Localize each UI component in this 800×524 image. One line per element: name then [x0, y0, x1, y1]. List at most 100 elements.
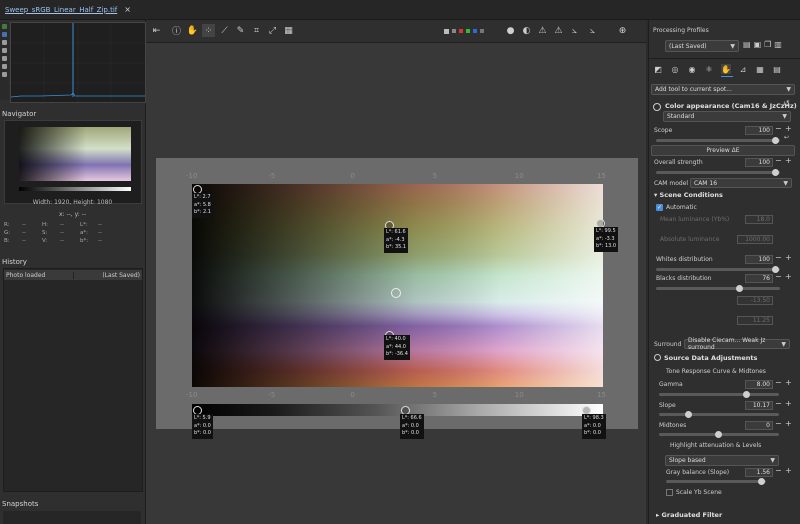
minus-icon[interactable]: − — [775, 253, 782, 262]
slider-knob[interactable] — [772, 169, 779, 176]
navigator-preview[interactable] — [4, 120, 142, 204]
plus-icon[interactable]: + — [785, 378, 792, 387]
scope-slider[interactable] — [656, 137, 780, 144]
histogram-channel-icon[interactable] — [2, 48, 7, 53]
focus-mask-icon[interactable]: ● — [504, 24, 517, 37]
channel-all-icon[interactable] — [444, 28, 449, 34]
gray-balance-value[interactable]: 1.56 — [745, 468, 773, 477]
slider-knob[interactable] — [685, 411, 692, 418]
profile-selector[interactable]: (Last Saved) ▼ — [665, 40, 739, 52]
minus-icon[interactable]: − — [775, 272, 782, 281]
color-tab-icon[interactable]: ◉ — [687, 64, 697, 74]
source-data-header[interactable]: Source Data Adjustments — [664, 354, 757, 362]
history-row[interactable]: Photo loaded (Last Saved) — [4, 270, 142, 280]
scale-yb-checkbox[interactable] — [666, 489, 673, 496]
minus-icon[interactable]: − — [775, 124, 782, 133]
channel-green-icon[interactable] — [466, 29, 470, 33]
preview-delta-e-button[interactable]: Preview ΔE — [651, 145, 795, 156]
graph-icon[interactable]: ⦣ — [568, 24, 581, 37]
perspective-icon[interactable]: ▦ — [282, 24, 295, 37]
transform-tab-icon[interactable]: ⊿ — [738, 64, 748, 74]
transform-icon[interactable]: ⤢ — [266, 24, 279, 37]
slider-knob[interactable] — [743, 391, 750, 398]
plus-icon[interactable]: + — [785, 399, 792, 408]
blacks-distribution-value[interactable]: 76 — [745, 274, 773, 283]
graduated-filter-header[interactable]: ▸ Graduated Filter — [656, 511, 722, 519]
minus-icon[interactable]: − — [775, 466, 782, 475]
histogram-channel-icon[interactable] — [2, 72, 7, 77]
folder-open-icon[interactable]: ▤ — [743, 40, 751, 52]
whites-distribution-slider[interactable] — [656, 266, 780, 273]
metadata-tab-icon[interactable]: ▤ — [772, 64, 782, 74]
local-adjustments-tab-icon[interactable]: ✋ — [721, 64, 731, 74]
overall-strength-slider[interactable] — [656, 169, 780, 176]
cam-model-selector[interactable]: CAM 16 ▼ — [690, 178, 792, 188]
close-icon[interactable]: × — [124, 5, 131, 14]
minus-icon[interactable]: − — [775, 399, 782, 408]
plus-icon[interactable]: + — [785, 156, 792, 165]
exposure-tab-icon[interactable]: ◩ — [653, 64, 663, 74]
minus-icon[interactable]: − — [775, 378, 782, 387]
info-icon[interactable]: ⓘ — [170, 24, 183, 37]
whites-distribution-value[interactable]: 100 — [745, 255, 773, 264]
slider-knob[interactable] — [772, 137, 779, 144]
plus-icon[interactable]: + — [785, 124, 792, 133]
channel-buttons[interactable] — [444, 26, 492, 36]
preview-mode-icon[interactable]: ◐ — [520, 24, 533, 37]
histogram-channel-icon[interactable] — [2, 56, 7, 61]
straighten-icon[interactable]: ✎ — [234, 24, 247, 37]
history-list[interactable]: Photo loaded (Last Saved) — [3, 268, 143, 492]
minus-icon[interactable]: − — [775, 156, 782, 165]
slope-value[interactable]: 10.17 — [745, 401, 773, 410]
crop-icon[interactable]: ⌗ — [250, 24, 263, 37]
histogram-channel-icon[interactable] — [2, 64, 7, 69]
midtones-value[interactable]: 0 — [745, 421, 773, 430]
slope-slider[interactable] — [659, 411, 779, 418]
gamma-value[interactable]: 8.00 — [745, 380, 773, 389]
gamma-slider[interactable] — [659, 391, 779, 398]
histogram-mode-icon[interactable] — [2, 24, 7, 29]
channel-blue-icon[interactable] — [473, 29, 477, 33]
channel-luminance-icon[interactable] — [480, 29, 484, 33]
slope-based-selector[interactable]: Slope based ▼ — [665, 455, 779, 466]
power-icon[interactable] — [653, 103, 661, 111]
panel-toggle-icon[interactable]: ⇤ — [150, 24, 163, 37]
image-tab[interactable]: Sweep_sRGB_Linear_Half_Zip.tif × — [2, 2, 131, 17]
histogram-channel-icon[interactable] — [2, 40, 7, 45]
detail-tab-icon[interactable]: ◎ — [670, 64, 680, 74]
warning-icon[interactable]: ⚠ — [552, 24, 565, 37]
reset-icon[interactable]: ↩ — [784, 134, 789, 141]
color-picker-icon[interactable]: ⁘ — [202, 24, 215, 37]
raw-tab-icon[interactable]: ▦ — [755, 64, 765, 74]
power-icon[interactable] — [654, 354, 661, 361]
reset-icon[interactable]: ↺ — [783, 99, 790, 108]
gray-balance-slider[interactable] — [666, 478, 766, 485]
white-balance-icon[interactable]: ⟋ — [218, 24, 231, 37]
histogram-channel-icon[interactable] — [2, 32, 7, 37]
minus-icon[interactable]: − — [775, 419, 782, 428]
hand-icon[interactable]: ✋ — [186, 24, 199, 37]
surround-selector[interactable]: Disable Ciecam... Weak Jz surround ▼ — [684, 337, 790, 351]
advanced-tab-icon[interactable]: ⚛ — [704, 64, 714, 74]
plus-icon[interactable]: + — [785, 466, 792, 475]
blacks-distribution-slider[interactable] — [656, 285, 780, 292]
mode-selector[interactable]: Standard ▼ — [663, 111, 791, 122]
channel-red-icon[interactable] — [459, 29, 463, 33]
plus-icon[interactable]: + — [785, 253, 792, 262]
channel-gray-icon[interactable] — [452, 29, 456, 33]
plus-icon[interactable]: + — [785, 272, 792, 281]
scope-value[interactable]: 100 — [745, 126, 773, 135]
graph-icon[interactable]: ⦣ — [586, 24, 599, 37]
paste-icon[interactable]: ▥ — [774, 40, 782, 52]
add-tool-dropdown[interactable]: Add tool to current spot... ▼ — [651, 84, 795, 95]
gray-scale-bar[interactable] — [192, 404, 603, 416]
midtones-slider[interactable] — [659, 431, 779, 438]
overall-strength-value[interactable]: 100 — [745, 158, 773, 167]
slider-knob[interactable] — [715, 431, 722, 438]
crosshair-icon[interactable]: ⊕ — [616, 24, 629, 37]
slider-knob[interactable] — [758, 478, 765, 485]
copy-icon[interactable]: ❐ — [764, 40, 771, 52]
scene-conditions-header[interactable]: ▾ Scene Conditions — [654, 191, 723, 199]
warning-icon[interactable]: ⚠ — [536, 24, 549, 37]
save-icon[interactable]: ▣ — [754, 40, 762, 52]
